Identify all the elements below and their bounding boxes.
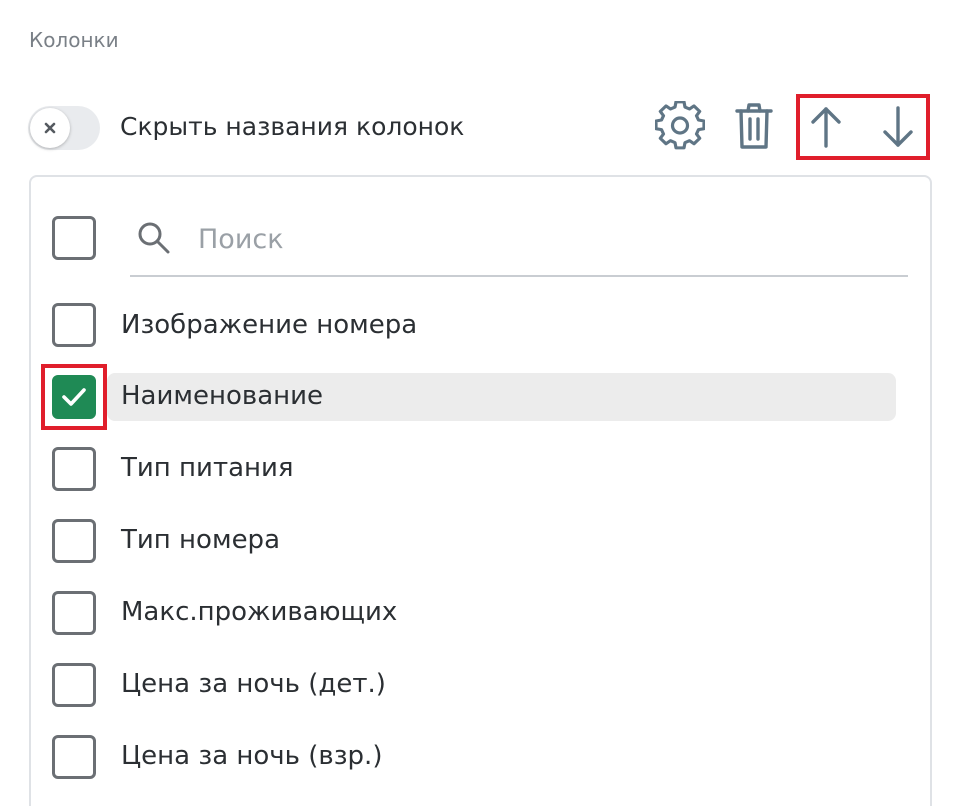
column-checkbox[interactable]: [52, 447, 96, 491]
list-item[interactable]: Наименование: [107, 373, 896, 421]
list-item[interactable]: Тип номера: [107, 517, 896, 565]
list-item[interactable]: Тип питания: [107, 445, 896, 493]
list-item-label: Изображение номера: [121, 310, 418, 340]
highlight-checkbox: [41, 364, 107, 430]
move-up-button[interactable]: [804, 102, 848, 152]
search-field: [130, 205, 908, 277]
list-item[interactable]: Цена за ночь (дет.): [107, 661, 896, 709]
column-checkbox[interactable]: [52, 591, 96, 635]
section-title: Колонки: [29, 28, 119, 52]
toggle-label: Скрыть названия колонок: [120, 112, 465, 141]
search-icon: [138, 222, 170, 254]
column-checkbox[interactable]: [52, 663, 96, 707]
column-checkbox[interactable]: [52, 735, 96, 779]
close-icon: [44, 122, 56, 134]
list-item-label: Тип номера: [121, 525, 280, 555]
list-item-label: Макс.проживающих: [121, 597, 398, 627]
list-item-label: Наименование: [121, 381, 324, 411]
toggle-knob: [30, 108, 70, 148]
settings-button[interactable]: [652, 98, 708, 154]
list-item-label: Цена за ночь (взр.): [121, 741, 383, 771]
gear-icon: [655, 101, 705, 150]
move-down-button[interactable]: [876, 102, 920, 152]
list-item[interactable]: Макс.проживающих: [107, 589, 896, 637]
list-item-label: Тип питания: [121, 453, 294, 483]
trash-icon: [735, 103, 773, 149]
select-all-checkbox[interactable]: [52, 216, 96, 260]
columns-settings: Колонки Скрыть названия колонок Поиск Из…: [0, 0, 972, 806]
list-item-label: Цена за ночь (дет.): [121, 669, 386, 699]
arrow-up-icon: [811, 107, 841, 148]
delete-button[interactable]: [728, 100, 780, 152]
column-checkbox[interactable]: [52, 519, 96, 563]
arrow-down-icon: [883, 106, 913, 147]
list-item[interactable]: Цена за ночь (взр.): [107, 733, 896, 781]
column-checkbox[interactable]: [52, 303, 96, 347]
search-input[interactable]: [198, 219, 878, 259]
hide-column-names-toggle[interactable]: [28, 106, 100, 150]
list-item[interactable]: Изображение номера: [107, 302, 896, 350]
